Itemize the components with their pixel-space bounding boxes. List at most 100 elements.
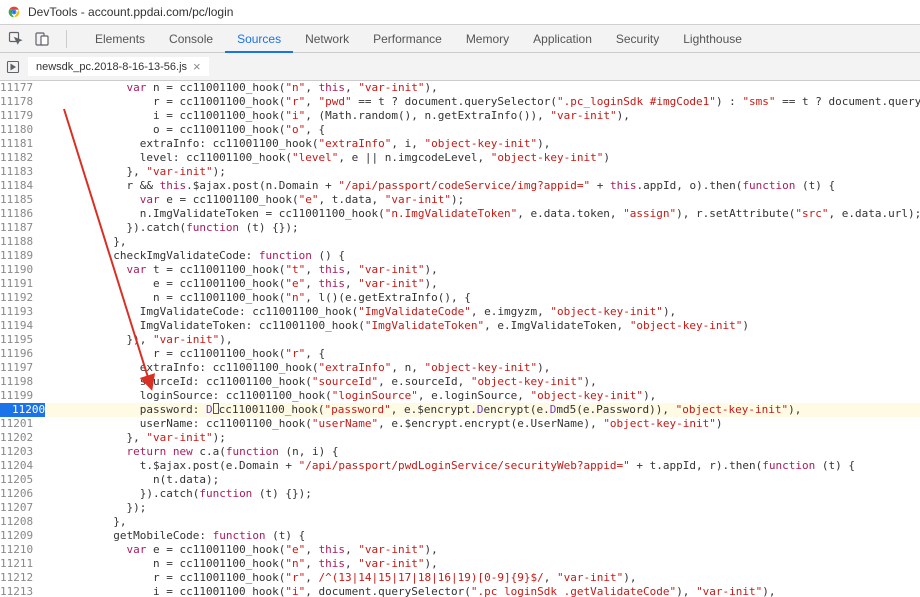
code-line[interactable]: 11206 }).catch(function (t) {}); bbox=[0, 487, 920, 501]
code-text[interactable]: }).catch(function (t) {}); bbox=[45, 221, 920, 235]
line-number[interactable]: 11201 bbox=[0, 417, 45, 431]
line-number[interactable]: 11194 bbox=[0, 319, 45, 333]
code-line[interactable]: 11208 }, bbox=[0, 515, 920, 529]
code-line[interactable]: 11207 }); bbox=[0, 501, 920, 515]
code-line[interactable]: 11199 loginSource: cc11001100_hook("logi… bbox=[0, 389, 920, 403]
code-text[interactable]: r = cc11001100_hook("r", "pwd" == t ? do… bbox=[45, 95, 920, 109]
code-line[interactable]: 11178 r = cc11001100_hook("r", "pwd" == … bbox=[0, 95, 920, 109]
code-text[interactable]: extraInfo: cc11001100_hook("extraInfo", … bbox=[45, 137, 920, 151]
tab-memory[interactable]: Memory bbox=[454, 25, 521, 53]
line-number[interactable]: 11196 bbox=[0, 347, 45, 361]
code-text[interactable]: n(t.data); bbox=[45, 473, 920, 487]
code-text[interactable]: }).catch(function (t) {}); bbox=[45, 487, 920, 501]
code-line[interactable]: 11192 n = cc11001100_hook("n", l()(e.get… bbox=[0, 291, 920, 305]
code-line[interactable]: 11177 var n = cc11001100_hook("n", this,… bbox=[0, 81, 920, 95]
file-tab[interactable]: newsdk_pc.2018-8-16-13-56.js × bbox=[28, 57, 209, 76]
line-number[interactable]: 11197 bbox=[0, 361, 45, 375]
line-number[interactable]: 11180 bbox=[0, 123, 45, 137]
code-text[interactable]: e = cc11001100_hook("e", this, "var-init… bbox=[45, 277, 920, 291]
code-text[interactable]: loginSource: cc11001100_hook("loginSourc… bbox=[45, 389, 920, 403]
code-line[interactable]: 11189 checkImgValidateCode: function () … bbox=[0, 249, 920, 263]
line-number[interactable]: 11184 bbox=[0, 179, 45, 193]
line-number[interactable]: 11177 bbox=[0, 81, 45, 95]
code-text[interactable]: var e = cc11001100_hook("e", this, "var-… bbox=[45, 543, 920, 557]
code-line[interactable]: 11181 extraInfo: cc11001100_hook("extraI… bbox=[0, 137, 920, 151]
line-number[interactable]: 11198 bbox=[0, 375, 45, 389]
code-line[interactable]: 11191 e = cc11001100_hook("e", this, "va… bbox=[0, 277, 920, 291]
code-line[interactable]: 11190 var t = cc11001100_hook("t", this,… bbox=[0, 263, 920, 277]
code-text[interactable]: sourceId: cc11001100_hook("sourceId", e.… bbox=[45, 375, 920, 389]
code-line[interactable]: 11184 r && this.$ajax.post(n.Domain + "/… bbox=[0, 179, 920, 193]
code-text[interactable]: var n = cc11001100_hook("n", this, "var-… bbox=[45, 81, 920, 95]
code-line[interactable]: 11197 extraInfo: cc11001100_hook("extraI… bbox=[0, 361, 920, 375]
code-line[interactable]: 11187 }).catch(function (t) {}); bbox=[0, 221, 920, 235]
code-text[interactable]: ImgValidateToken: cc11001100_hook("ImgVa… bbox=[45, 319, 920, 333]
code-text[interactable]: }, bbox=[45, 515, 920, 529]
code-line[interactable]: 11196 r = cc11001100_hook("r", { bbox=[0, 347, 920, 361]
line-number[interactable]: 11186 bbox=[0, 207, 45, 221]
line-number[interactable]: 11200 bbox=[0, 403, 45, 417]
page-icon[interactable] bbox=[6, 60, 20, 74]
code-text[interactable]: }, "var-init"); bbox=[45, 165, 920, 179]
code-text[interactable]: r = cc11001100_hook("r", /^(13|14|15|17|… bbox=[45, 571, 920, 585]
line-number[interactable]: 11183 bbox=[0, 165, 45, 179]
line-number[interactable]: 11211 bbox=[0, 557, 45, 571]
code-text[interactable]: }); bbox=[45, 501, 920, 515]
code-line[interactable]: 11182 level: cc11001100_hook("level", e … bbox=[0, 151, 920, 165]
code-line[interactable]: 11186 n.ImgValidateToken = cc11001100_ho… bbox=[0, 207, 920, 221]
code-line[interactable]: 11194 ImgValidateToken: cc11001100_hook(… bbox=[0, 319, 920, 333]
code-line[interactable]: 11193 ImgValidateCode: cc11001100_hook("… bbox=[0, 305, 920, 319]
code-text[interactable]: extraInfo: cc11001100_hook("extraInfo", … bbox=[45, 361, 920, 375]
code-text[interactable]: ImgValidateCode: cc11001100_hook("ImgVal… bbox=[45, 305, 920, 319]
line-number[interactable]: 11185 bbox=[0, 193, 45, 207]
code-line[interactable]: 11204 t.$ajax.post(e.Domain + "/api/pass… bbox=[0, 459, 920, 473]
code-line[interactable]: 11211 n = cc11001100_hook("n", this, "va… bbox=[0, 557, 920, 571]
line-number[interactable]: 11192 bbox=[0, 291, 45, 305]
device-toggle-icon[interactable] bbox=[34, 31, 50, 47]
line-number[interactable]: 11212 bbox=[0, 571, 45, 585]
code-line[interactable]: 11209 getMobileCode: function (t) { bbox=[0, 529, 920, 543]
code-line[interactable]: 11198 sourceId: cc11001100_hook("sourceI… bbox=[0, 375, 920, 389]
code-text[interactable]: n = cc11001100_hook("n", this, "var-init… bbox=[45, 557, 920, 571]
code-line[interactable]: 11195 }), "var-init"), bbox=[0, 333, 920, 347]
line-number[interactable]: 11199 bbox=[0, 389, 45, 403]
line-number[interactable]: 11188 bbox=[0, 235, 45, 249]
line-number[interactable]: 11204 bbox=[0, 459, 45, 473]
line-number[interactable]: 11182 bbox=[0, 151, 45, 165]
code-text[interactable]: password: Dcc11001100_hook("password", e… bbox=[45, 403, 920, 417]
code-line[interactable]: 11185 var e = cc11001100_hook("e", t.dat… bbox=[0, 193, 920, 207]
tab-network[interactable]: Network bbox=[293, 25, 361, 53]
code-text[interactable]: t.$ajax.post(e.Domain + "/api/passport/p… bbox=[45, 459, 920, 473]
code-line[interactable]: 11202 }, "var-init"); bbox=[0, 431, 920, 445]
line-number[interactable]: 11187 bbox=[0, 221, 45, 235]
code-line[interactable]: 11179 i = cc11001100_hook("i", (Math.ran… bbox=[0, 109, 920, 123]
code-line[interactable]: 11205 n(t.data); bbox=[0, 473, 920, 487]
code-line[interactable]: 11210 var e = cc11001100_hook("e", this,… bbox=[0, 543, 920, 557]
code-line[interactable]: 11188 }, bbox=[0, 235, 920, 249]
line-number[interactable]: 11203 bbox=[0, 445, 45, 459]
code-text[interactable]: o = cc11001100_hook("o", { bbox=[45, 123, 920, 137]
line-number[interactable]: 11208 bbox=[0, 515, 45, 529]
line-number[interactable]: 11189 bbox=[0, 249, 45, 263]
code-text[interactable]: i = cc11001100_hook("i", (Math.random(),… bbox=[45, 109, 920, 123]
code-area[interactable]: 11177 var n = cc11001100_hook("n", this,… bbox=[0, 81, 920, 597]
code-text[interactable]: }, "var-init"); bbox=[45, 431, 920, 445]
code-line[interactable]: 11212 r = cc11001100_hook("r", /^(13|14|… bbox=[0, 571, 920, 585]
code-line[interactable]: 11200 password: Dcc11001100_hook("passwo… bbox=[0, 403, 920, 417]
code-text[interactable]: }), "var-init"), bbox=[45, 333, 920, 347]
code-text[interactable]: level: cc11001100_hook("level", e || n.i… bbox=[45, 151, 920, 165]
tab-sources[interactable]: Sources bbox=[225, 25, 293, 53]
tab-elements[interactable]: Elements bbox=[83, 25, 157, 53]
tab-console[interactable]: Console bbox=[157, 25, 225, 53]
line-number[interactable]: 11191 bbox=[0, 277, 45, 291]
tab-performance[interactable]: Performance bbox=[361, 25, 454, 53]
close-icon[interactable]: × bbox=[193, 59, 201, 74]
line-number[interactable]: 11202 bbox=[0, 431, 45, 445]
line-number[interactable]: 11190 bbox=[0, 263, 45, 277]
code-line[interactable]: 11203 return new c.a(function (n, i) { bbox=[0, 445, 920, 459]
code-line[interactable]: 11180 o = cc11001100_hook("o", { bbox=[0, 123, 920, 137]
code-text[interactable]: return new c.a(function (n, i) { bbox=[45, 445, 920, 459]
inspect-icon[interactable] bbox=[8, 31, 24, 47]
line-number[interactable]: 11193 bbox=[0, 305, 45, 319]
line-number[interactable]: 11206 bbox=[0, 487, 45, 501]
